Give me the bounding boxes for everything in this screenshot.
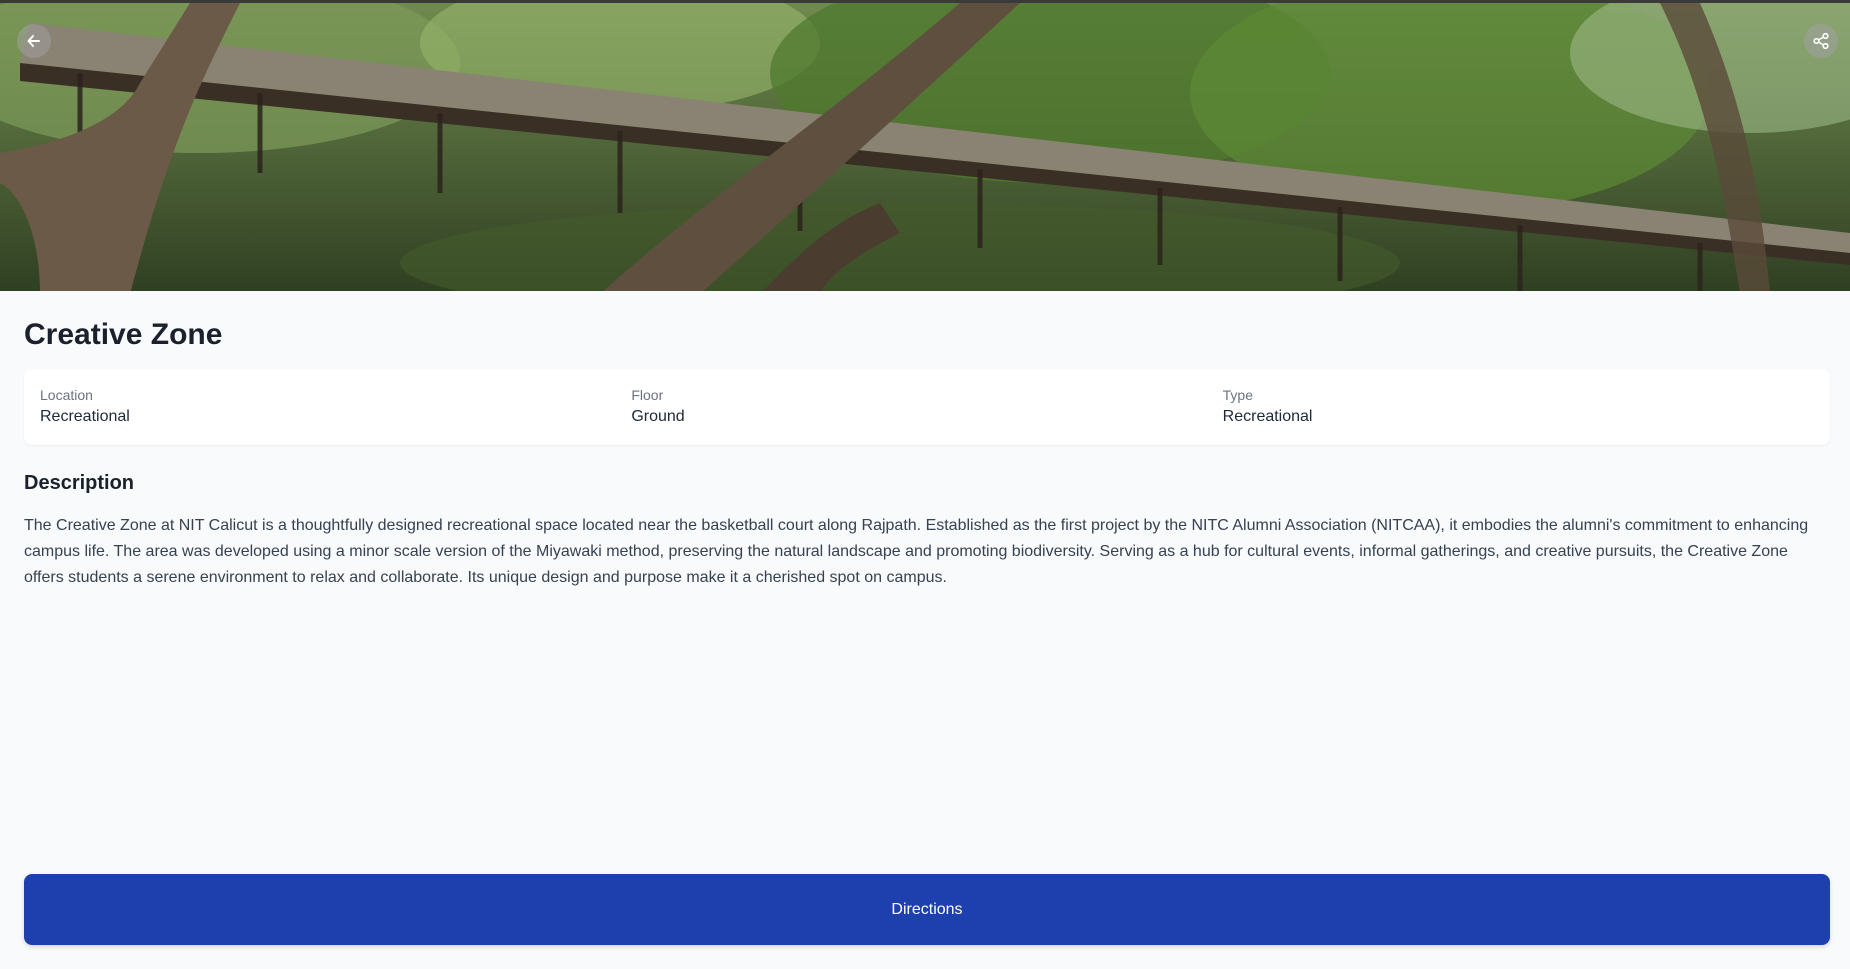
floor-value: Ground <box>631 408 685 425</box>
info-type: Type Recreational <box>1223 386 1814 445</box>
place-details: Creative Zone Location Recreational Floo… <box>0 316 1850 591</box>
back-button[interactable] <box>17 24 51 58</box>
hero-image <box>0 0 1850 291</box>
share-icon <box>1812 32 1830 50</box>
floor-label: Floor <box>631 387 664 403</box>
arrow-left-icon <box>26 33 42 49</box>
description-heading: Description <box>24 472 135 494</box>
directions-button[interactable]: Directions <box>24 874 1830 945</box>
info-floor: Floor Ground <box>631 386 1222 445</box>
share-button[interactable] <box>1804 24 1838 58</box>
page-title: Creative Zone <box>24 318 223 351</box>
location-label: Location <box>40 387 93 403</box>
location-value: Recreational <box>40 408 130 425</box>
type-value: Recreational <box>1222 408 1313 425</box>
info-location: Location Recreational <box>40 386 631 445</box>
type-label: Type <box>1222 387 1254 403</box>
hero-photo <box>0 3 1850 291</box>
description-text: The Creative Zone at NIT Calicut is a th… <box>24 517 1809 586</box>
info-card: Location Recreational Floor Ground Type … <box>24 369 1830 445</box>
